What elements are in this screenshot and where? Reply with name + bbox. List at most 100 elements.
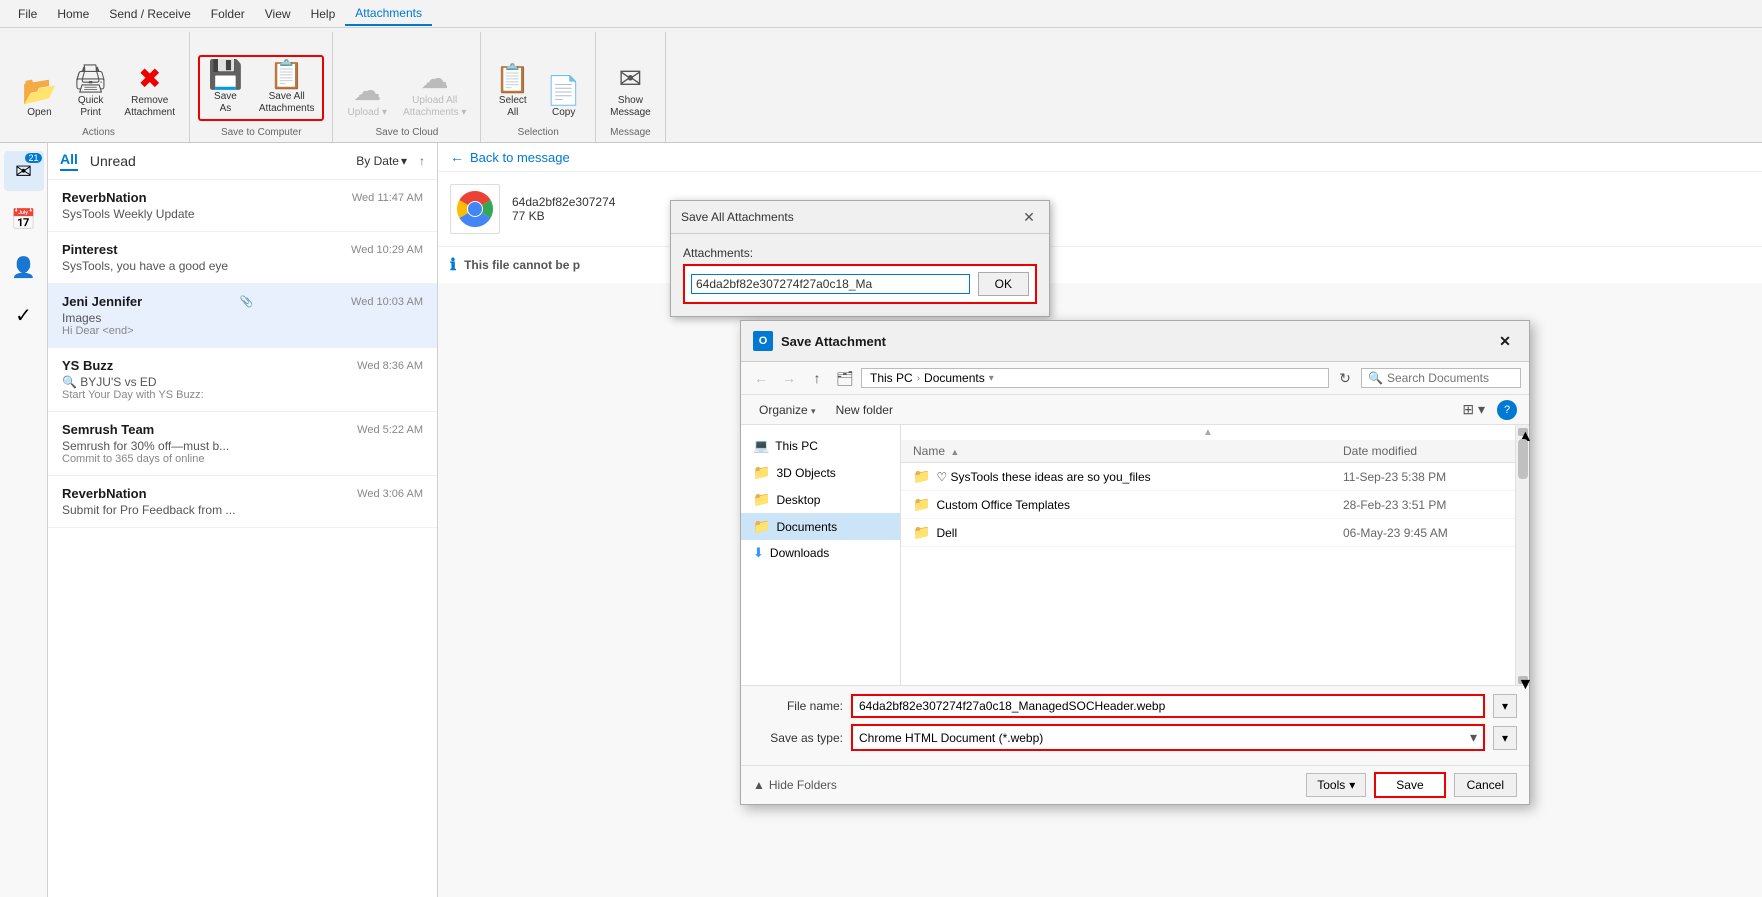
file-dialog-title: Save Attachment — [781, 334, 886, 349]
filename-input[interactable] — [851, 694, 1485, 718]
search-icon: 🔍 — [1368, 371, 1383, 385]
file-name: 📁 ♡ SysTools these ideas are so you_file… — [913, 468, 1343, 485]
attachment-row: 64da2bf82e307274f27a0c18_Ma OK — [683, 264, 1037, 304]
forward-nav-button[interactable]: → — [777, 366, 801, 390]
name-column-header[interactable]: Name ▲ — [913, 444, 1343, 458]
sidebar-item-3d-objects[interactable]: 📁 3D Objects — [741, 459, 900, 486]
file-date: 06-May-23 9:45 AM — [1343, 526, 1503, 540]
hide-folders-button[interactable]: ▲ Hide Folders — [753, 778, 837, 792]
tools-label: Tools — [1317, 778, 1345, 792]
type-dropdown-button[interactable]: ▾ — [1493, 726, 1517, 750]
organize-dropdown-icon: ▾ — [811, 406, 816, 416]
file-name-text: Custom Office Templates — [936, 498, 1070, 512]
date-column-header[interactable]: Date modified — [1343, 444, 1503, 458]
sidebar-item-downloads[interactable]: ⬇ Downloads — [741, 540, 900, 566]
filename-row: File name: ▾ — [753, 694, 1517, 718]
path-bar: This PC › Documents ▾ — [861, 368, 1329, 388]
file-date: 28-Feb-23 3:51 PM — [1343, 498, 1503, 512]
tools-dropdown-icon: ▾ — [1349, 778, 1355, 792]
sidebar-item-documents[interactable]: 📁 Documents — [741, 513, 900, 540]
search-box: 🔍 — [1361, 368, 1521, 388]
cancel-button[interactable]: Cancel — [1454, 773, 1517, 797]
refresh-button[interactable]: ↻ — [1333, 366, 1357, 390]
save-all-dialog: Save All Attachments ✕ Attachments: 64da… — [670, 200, 1050, 317]
save-all-dialog-title: Save All Attachments — [681, 210, 794, 224]
attachment-name-field[interactable]: 64da2bf82e307274f27a0c18_Ma — [691, 274, 970, 294]
folder-desktop-icon: 📁 — [753, 491, 770, 508]
up-nav-button[interactable]: ↑ — [805, 366, 829, 390]
organize-label: Organize — [759, 403, 808, 417]
ok-button[interactable]: OK — [978, 272, 1029, 296]
date-col-label: Date modified — [1343, 444, 1417, 458]
view-options-button[interactable]: ⊞ ▾ — [1458, 399, 1489, 420]
sidebar-item-this-pc[interactable]: 💻 This PC — [741, 433, 900, 459]
search-input[interactable] — [1387, 371, 1514, 385]
column-header: Name ▲ Date modified — [901, 440, 1515, 463]
name-col-label: Name — [913, 444, 945, 458]
table-row[interactable]: 📁 ♡ SysTools these ideas are so you_file… — [901, 463, 1515, 491]
scroll-thumb[interactable] — [1518, 439, 1528, 479]
organize-button[interactable]: Organize ▾ — [753, 401, 822, 419]
new-folder-button[interactable]: New folder — [830, 401, 899, 419]
hide-folders-label: Hide Folders — [769, 778, 837, 792]
save-all-dialog-close[interactable]: ✕ — [1019, 207, 1039, 227]
filename-label: File name: — [753, 699, 843, 713]
outlook-icon: O — [753, 331, 773, 351]
pc-icon: 💻 — [753, 438, 769, 454]
back-nav-button[interactable]: ← — [749, 366, 773, 390]
hide-folders-arrow-icon: ▲ — [753, 778, 765, 792]
vertical-scrollbar[interactable]: ▲ ▼ — [1515, 425, 1529, 685]
folder-downloads-icon: ⬇ — [753, 545, 764, 561]
folder-view-button[interactable]: 🗂 — [833, 366, 857, 390]
file-name-text: Dell — [936, 526, 957, 540]
folder-3d-icon: 📁 — [753, 464, 770, 481]
desktop-label: Desktop — [776, 493, 820, 507]
scroll-down-arrow[interactable]: ▼ — [1518, 676, 1528, 684]
scroll-up-arrow[interactable]: ▲ — [1518, 428, 1528, 436]
file-name: 📁 Custom Office Templates — [913, 496, 1343, 513]
file-dialog-actions: Organize ▾ New folder ⊞ ▾ ? — [741, 395, 1529, 425]
file-name-text: ♡ SysTools these ideas are so you_files — [936, 470, 1150, 484]
3d-objects-label: 3D Objects — [776, 466, 835, 480]
footer-buttons: Tools ▾ Save Cancel — [1306, 772, 1517, 798]
folder-icon: 📁 — [913, 496, 930, 513]
filename-dropdown-button[interactable]: ▾ — [1493, 694, 1517, 718]
name-sort-icon: ▲ — [950, 447, 959, 457]
sidebar-item-desktop[interactable]: 📁 Desktop — [741, 486, 900, 513]
path-this-pc[interactable]: This PC — [870, 371, 913, 385]
file-dialog-titlebar: O Save Attachment ✕ — [741, 321, 1529, 362]
file-name: 📁 Dell — [913, 524, 1343, 541]
save-all-dialog-titlebar: Save All Attachments ✕ — [671, 201, 1049, 234]
save-type-row: Save as type: Chrome HTML Document (*.we… — [753, 724, 1517, 751]
file-dialog-sidebar: 💻 This PC 📁 3D Objects 📁 Desktop 📁 Docum… — [741, 425, 901, 685]
attachments-label: Attachments: — [683, 246, 1037, 260]
save-all-dialog-body: Attachments: 64da2bf82e307274f27a0c18_Ma… — [671, 234, 1049, 316]
folder-icon: 📁 — [913, 524, 930, 541]
this-pc-label: This PC — [775, 439, 818, 453]
save-type-label: Save as type: — [753, 731, 843, 745]
file-dialog-close-button[interactable]: ✕ — [1493, 329, 1517, 353]
path-documents[interactable]: Documents — [924, 371, 985, 385]
file-dialog-bottom: File name: ▾ Save as type: Chrome HTML D… — [741, 685, 1529, 765]
tools-button[interactable]: Tools ▾ — [1306, 773, 1366, 797]
save-button[interactable]: Save — [1374, 772, 1445, 798]
path-separator-icon: › — [917, 373, 920, 384]
path-dropdown-icon[interactable]: ▾ — [989, 373, 994, 384]
save-type-value: Chrome HTML Document (*.webp) — [859, 731, 1043, 745]
save-attachment-dialog: O Save Attachment ✕ ← → ↑ 🗂 This PC › Do… — [740, 320, 1530, 805]
file-dialog-body: 💻 This PC 📁 3D Objects 📁 Desktop 📁 Docum… — [741, 425, 1529, 685]
title-area: O Save Attachment — [753, 331, 886, 351]
help-button[interactable]: ? — [1497, 400, 1517, 420]
folder-icon: 📁 — [913, 468, 930, 485]
sort-indicator: ▲ — [901, 425, 1515, 440]
table-row[interactable]: 📁 Custom Office Templates 28-Feb-23 3:51… — [901, 491, 1515, 519]
file-dialog-footer: ▲ Hide Folders Tools ▾ Save Cancel — [741, 765, 1529, 804]
downloads-label: Downloads — [770, 546, 829, 560]
file-dialog-toolbar: ← → ↑ 🗂 This PC › Documents ▾ ↻ 🔍 — [741, 362, 1529, 395]
save-type-dropdown-icon: ▾ — [1470, 729, 1477, 746]
table-row[interactable]: 📁 Dell 06-May-23 9:45 AM — [901, 519, 1515, 547]
folder-documents-icon: 📁 — [753, 518, 770, 535]
dialog-overlay: Save All Attachments ✕ Attachments: 64da… — [0, 0, 1762, 897]
file-date: 11-Sep-23 5:38 PM — [1343, 470, 1503, 484]
save-type-select[interactable]: Chrome HTML Document (*.webp) ▾ — [851, 724, 1485, 751]
